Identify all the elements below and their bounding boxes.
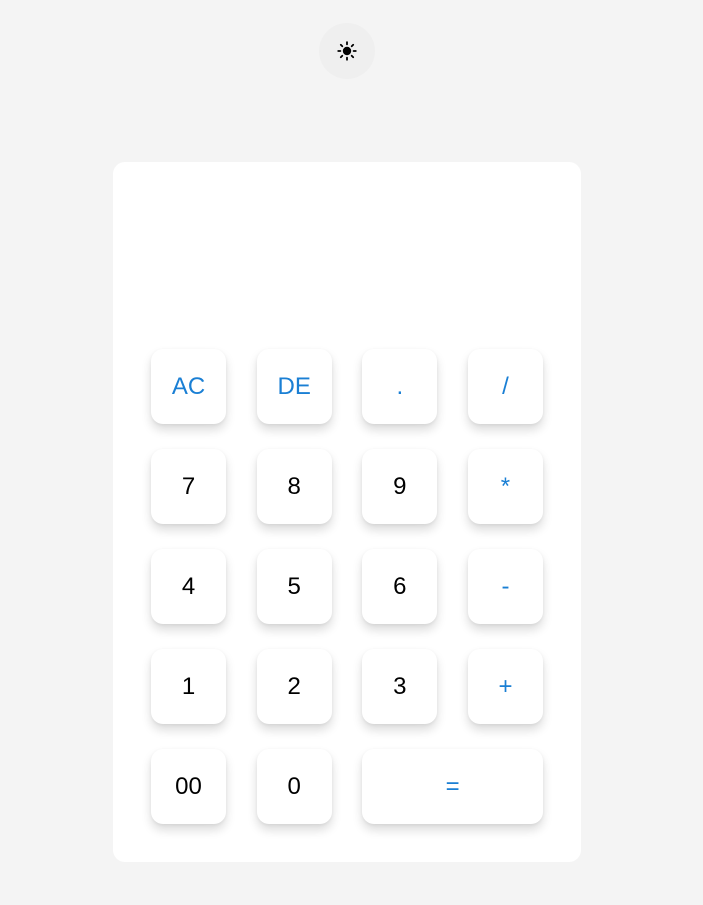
digit-8-button[interactable]: 8 bbox=[256, 449, 332, 524]
digit-3-button[interactable]: 3 bbox=[362, 649, 438, 724]
digit-2-button[interactable]: 2 bbox=[256, 649, 332, 724]
equals-button[interactable]: = bbox=[362, 749, 543, 824]
double-zero-button[interactable]: 00 bbox=[151, 749, 226, 824]
digit-9-button[interactable]: 9 bbox=[362, 449, 438, 524]
decimal-button[interactable]: . bbox=[362, 349, 438, 424]
digit-5-button[interactable]: 5 bbox=[256, 549, 332, 624]
divide-button[interactable]: / bbox=[467, 349, 543, 424]
calculator-display bbox=[151, 192, 543, 332]
delete-button[interactable]: DE bbox=[256, 349, 332, 424]
all-clear-button[interactable]: AC bbox=[151, 349, 226, 424]
calculator-panel: AC DE . / 7 8 9 * 4 5 6 - 1 2 3 + 00 0 = bbox=[113, 162, 581, 862]
multiply-button[interactable]: * bbox=[467, 449, 543, 524]
digit-7-button[interactable]: 7 bbox=[151, 449, 226, 524]
digit-6-button[interactable]: 6 bbox=[362, 549, 438, 624]
digit-4-button[interactable]: 4 bbox=[151, 549, 226, 624]
theme-toggle-button[interactable] bbox=[319, 23, 375, 79]
add-button[interactable]: + bbox=[467, 649, 543, 724]
subtract-button[interactable]: - bbox=[467, 549, 543, 624]
digit-1-button[interactable]: 1 bbox=[151, 649, 226, 724]
sun-icon bbox=[337, 41, 357, 61]
digit-0-button[interactable]: 0 bbox=[256, 749, 332, 824]
keypad: AC DE . / 7 8 9 * 4 5 6 - 1 2 3 + 00 0 = bbox=[151, 349, 543, 824]
